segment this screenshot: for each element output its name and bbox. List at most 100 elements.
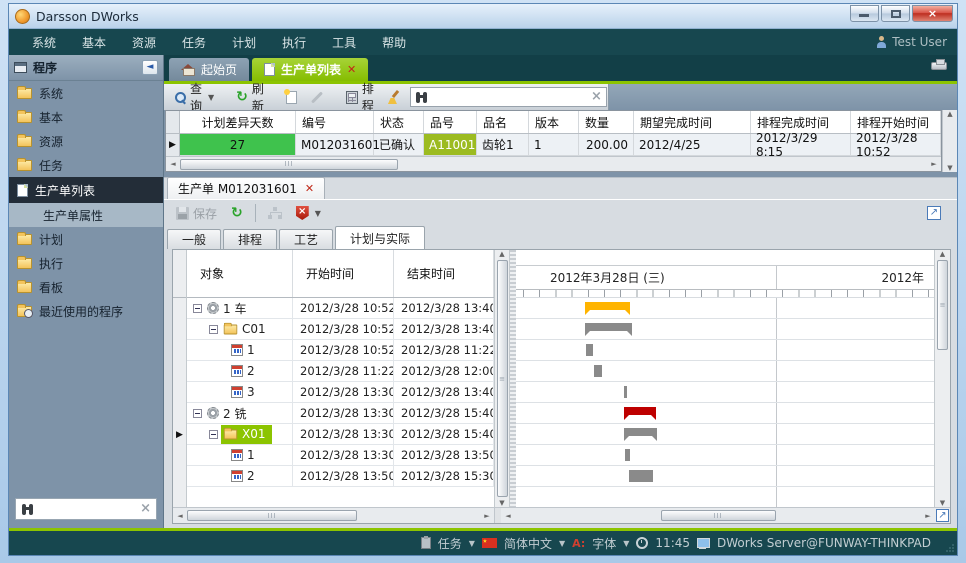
gantt-vscrollbar[interactable]: ▲ ≡ ▼ [934, 250, 950, 507]
gantt-bar[interactable] [594, 365, 602, 377]
menu-item-7[interactable]: 帮助 [369, 30, 419, 55]
sidebar-item-6[interactable]: 计划 [9, 227, 163, 251]
scroll-left-icon[interactable]: ◄ [173, 512, 187, 520]
grid-col-header-0[interactable]: 计划差异天数 [180, 111, 296, 133]
status-language[interactable]: 简体中文▼ [504, 535, 565, 552]
plan-row-0[interactable]: 1 车 2012/3/28 10:52 2012/3/28 13:40 [187, 298, 494, 319]
plan-col-header-2[interactable]: 结束时间 [394, 250, 494, 297]
sidebar-search-input[interactable] [34, 501, 140, 517]
grid-vscrollbar[interactable]: ▲ ▼ [942, 110, 957, 172]
plan-row-7[interactable]: 1 2012/3/28 13:30 2012/3/28 13:50 [187, 445, 494, 466]
subtab-1[interactable]: 排程 [223, 229, 277, 249]
clean-button[interactable] [383, 88, 405, 106]
gantt-bar[interactable] [625, 449, 630, 461]
subtab-2[interactable]: 工艺 [279, 229, 333, 249]
new-button[interactable] [282, 89, 301, 106]
plan-row-6[interactable]: X01 2012/3/28 13:30 2012/3/28 15:40 [187, 424, 494, 445]
menu-item-1[interactable]: 基本 [69, 30, 119, 55]
menu-item-0[interactable]: 系统 [19, 30, 69, 55]
sidebar-item-5[interactable]: 生产单属性 [9, 203, 163, 227]
plan-table-hscrollbar[interactable]: ◄ III ► [173, 508, 495, 523]
grid-col-header-3[interactable]: 品号 [424, 111, 477, 133]
collapse-icon[interactable] [193, 304, 202, 313]
scroll-down-icon[interactable]: ▼ [943, 164, 957, 172]
plan-table-vscrollbar[interactable]: ▲ ≡ ▼ [495, 250, 510, 507]
scroll-thumb[interactable]: III [180, 159, 398, 170]
menu-item-2[interactable]: 资源 [119, 30, 169, 55]
grid-col-header-7[interactable]: 期望完成时间 [634, 111, 751, 133]
scroll-right-icon[interactable]: ► [921, 512, 935, 520]
sidebar-item-9[interactable]: 最近使用的程序 [9, 299, 163, 323]
menu-item-3[interactable]: 任务 [169, 30, 219, 55]
gantt-bar[interactable] [624, 407, 656, 415]
sidebar-item-8[interactable]: 看板 [9, 275, 163, 299]
plan-col-header-1[interactable]: 开始时间 [293, 250, 394, 297]
cancel-confirm-button[interactable]: ×▼ [292, 204, 325, 222]
plan-row-1[interactable]: C01 2012/3/28 10:52 2012/3/28 13:40 [187, 319, 494, 340]
scroll-down-icon[interactable]: ▼ [936, 499, 950, 507]
sidebar-item-4[interactable]: 生产单列表 [9, 177, 163, 203]
expand-gantt-icon[interactable]: ↗ [936, 509, 949, 522]
gantt-bar[interactable] [585, 323, 632, 331]
doc-tab-0[interactable]: 起始页 [169, 58, 249, 81]
close-tab-icon[interactable]: ✕ [305, 184, 314, 194]
hierarchy-button[interactable] [264, 205, 286, 222]
plan-row-8[interactable]: 2 2012/3/28 13:50 2012/3/28 15:30 [187, 466, 494, 487]
subtab-3[interactable]: 计划与实际 [335, 226, 425, 249]
grid-col-header-6[interactable]: 数量 [579, 111, 634, 133]
collapse-icon[interactable] [193, 409, 202, 418]
table-row[interactable]: ▶27M012031601已确认A11001齿轮11200.002012/4/2… [166, 134, 941, 156]
collapse-icon[interactable] [209, 430, 218, 439]
doc-tab-1[interactable]: 生产单列表✕ [252, 58, 368, 81]
user-area[interactable]: Test User [876, 35, 947, 49]
grid-col-header-5[interactable]: 版本 [529, 111, 579, 133]
sidebar-item-0[interactable]: 系统 [9, 81, 163, 105]
minimize-button[interactable] [850, 5, 879, 22]
save-button[interactable]: 保存 [172, 203, 221, 224]
gantt-bar[interactable] [586, 344, 593, 356]
sidebar-item-1[interactable]: 基本 [9, 105, 163, 129]
close-tab-icon[interactable]: ✕ [347, 65, 356, 75]
plan-row-2[interactable]: 1 2012/3/28 10:52 2012/3/28 11:22 [187, 340, 494, 361]
refresh-detail-button[interactable]: ↻ [227, 205, 247, 221]
sidebar-item-2[interactable]: 资源 [9, 129, 163, 153]
detail-tab[interactable]: 生产单 M012031601 ✕ [167, 177, 325, 199]
menu-item-6[interactable]: 工具 [319, 30, 369, 55]
gantt-bar[interactable] [624, 428, 657, 436]
collapse-icon[interactable] [209, 325, 218, 334]
grid-search-box[interactable]: × [410, 87, 607, 107]
scroll-up-icon[interactable]: ▲ [943, 110, 957, 118]
grid-col-header-2[interactable]: 状态 [374, 111, 424, 133]
scroll-down-icon[interactable]: ▼ [495, 499, 509, 507]
scroll-right-icon[interactable]: ► [927, 160, 941, 168]
scroll-up-icon[interactable]: ▲ [936, 250, 950, 258]
scroll-right-icon[interactable]: ► [480, 512, 494, 520]
subtab-0[interactable]: 一般 [167, 229, 221, 249]
sidebar-item-7[interactable]: 执行 [9, 251, 163, 275]
scroll-up-icon[interactable]: ▲ [495, 250, 509, 258]
sidebar-item-3[interactable]: 任务 [9, 153, 163, 177]
plan-col-header-0[interactable]: 对象 [187, 250, 293, 297]
sidebar-collapse-button[interactable]: ◄ [142, 60, 158, 75]
scroll-left-icon[interactable]: ◄ [166, 160, 180, 168]
printer-icon[interactable] [931, 62, 947, 70]
clear-search-icon[interactable]: × [140, 504, 151, 514]
grid-col-header-1[interactable]: 编号 [296, 111, 374, 133]
grid-col-header-4[interactable]: 品名 [477, 111, 529, 133]
gantt-bar[interactable] [629, 470, 653, 482]
menu-item-4[interactable]: 计划 [219, 30, 269, 55]
sidebar-search-box[interactable]: × [15, 498, 157, 520]
gantt-bar[interactable] [585, 302, 630, 310]
close-button[interactable]: × [912, 5, 953, 22]
gantt-hscrollbar[interactable]: ◄ III ► ↗ [501, 508, 950, 523]
grid-hscrollbar[interactable]: ◄ III ► [166, 156, 941, 171]
plan-row-3[interactable]: 2 2012/3/28 11:22 2012/3/28 12:00 [187, 361, 494, 382]
edit-button[interactable] [306, 94, 328, 101]
scroll-left-icon[interactable]: ◄ [501, 512, 515, 520]
maximize-button[interactable] [881, 5, 910, 22]
status-task[interactable]: 任务▼ [438, 535, 475, 552]
grid-search-input[interactable] [432, 89, 587, 105]
gantt-bar[interactable] [624, 386, 627, 398]
menu-item-5[interactable]: 执行 [269, 30, 319, 55]
status-font[interactable]: 字体▼ [592, 535, 629, 552]
